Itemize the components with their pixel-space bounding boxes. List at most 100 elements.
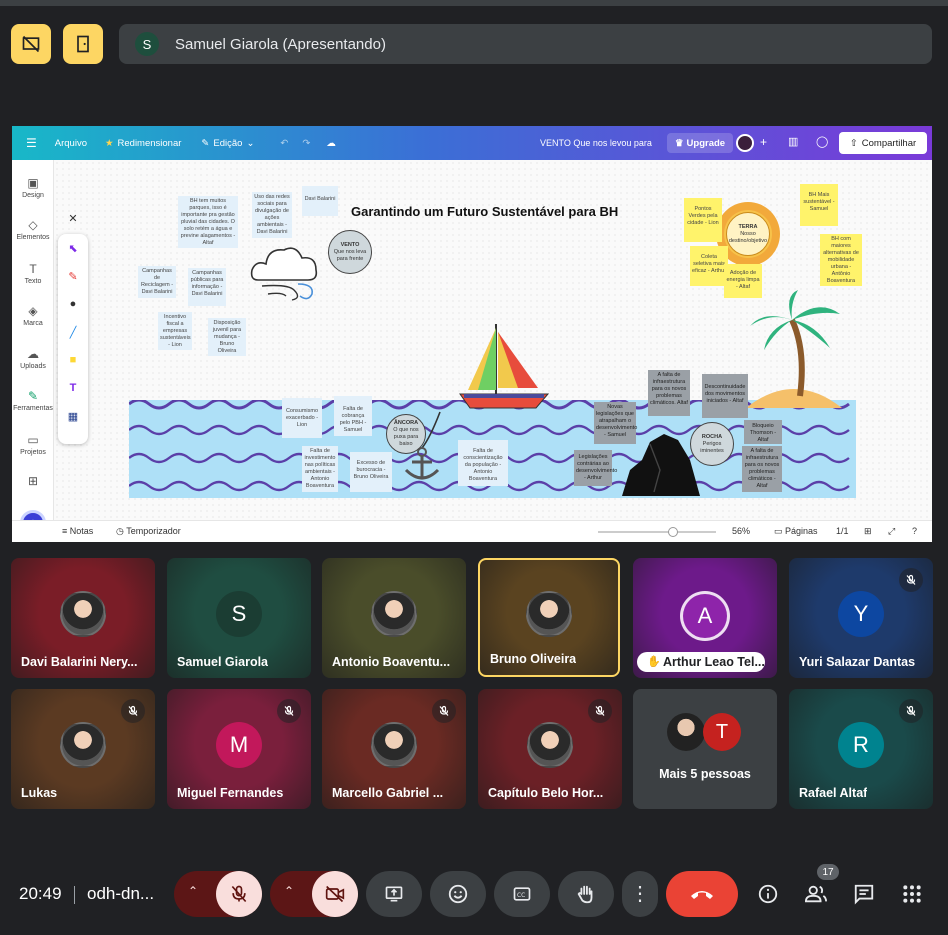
captions-off-button[interactable] [11,24,51,64]
more-options-button[interactable]: ⋮ [622,871,658,917]
participant-tile[interactable]: R Rafael Altaf [789,689,933,809]
participant-tile[interactable]: T Mais 5 pessoas [633,689,777,809]
terra-circle[interactable]: TERRA Nosso destino/objetivo [726,212,770,256]
sticky-note[interactable]: Davi Balarini [302,186,338,216]
account-avatar[interactable] [736,134,754,152]
camera-options-chevron[interactable]: ⌃ [284,884,294,898]
menu-arquivo[interactable]: Arquivo [55,138,87,149]
rail-design[interactable]: ▣ Design [12,176,54,199]
apps-grid-icon [903,885,921,903]
select-tool-icon[interactable]: ⬉ [58,242,88,255]
sticky-note[interactable]: A falta de infraestrutura para os novos … [648,370,690,416]
help-icon[interactable]: ? [912,526,917,536]
rail-elementos[interactable]: ◇ Elementos [12,218,54,241]
leave-room-button[interactable] [63,24,103,64]
raise-hand-button[interactable] [558,871,614,917]
vento-circle[interactable]: VENTO Que nos leva para frente [328,230,372,274]
brand-icon: ◈ [28,304,38,318]
rail-ferramentas[interactable]: ✎ Ferramentas [12,389,54,412]
present-button[interactable] [366,871,422,917]
rail-projetos[interactable]: ▭ Projetos [12,433,54,456]
sticky-note[interactable]: Uso das redes sociais para divulgação de… [252,192,292,238]
reactions-button[interactable] [430,871,486,917]
sticky-note[interactable]: Campanhas públicas para informação - Dav… [188,268,226,306]
doc-name[interactable]: VENTO Que nos levou para [540,138,652,148]
sticky-note[interactable]: Excesso de burocracia - Bruno Oliveira [350,452,392,492]
sticky-note[interactable]: Descontinuidade dos movimentos iniciados… [702,374,748,418]
sticky-note[interactable]: Falta de cobrança pelo PBH - Samuel [334,396,372,436]
share-button[interactable]: ⇧ Compartilhar [839,132,927,154]
cloud-icon[interactable]: ☁ [326,138,336,149]
upgrade-button[interactable]: ♛ Upgrade [667,133,734,153]
whiteboard-canvas[interactable]: Garantindo um Futuro Sustentável para BH… [54,160,932,520]
sticky-note[interactable]: Bloqueio Thomson - Altaf [744,420,782,444]
participant-tile[interactable]: Y Yuri Salazar Dantas [789,558,933,678]
camera-toggle-button[interactable] [312,871,358,917]
ancora-circle[interactable]: ÂNCORA O que nos puxa para baixo [386,414,426,454]
sticky-note[interactable]: BH Mais sustentável - Samuel [800,184,838,226]
menu-icon[interactable]: ☰ [26,136,37,150]
people-button[interactable] [802,880,830,908]
fullscreen-icon[interactable]: ⤢ [888,526,895,537]
sticky-note[interactable]: Legislações contrárias ao desenvolviment… [574,450,617,486]
sticky-note[interactable]: BH com maiores alternativas de mobilidad… [820,234,862,286]
timer-button[interactable]: ◷ Temporizador [116,526,181,537]
chat-button[interactable] [850,880,878,908]
grid-view-icon[interactable]: ⊞ [864,526,872,537]
menu-redimensionar[interactable]: ★ Redimensionar [105,138,181,149]
sticky-note[interactable]: Consumismo exacerbado - Lion [282,398,322,438]
rocha-text: Perigos iminentes [700,440,724,454]
sticky-note[interactable]: Pontos Verdes pela cidade - Lion [684,198,722,242]
shapes-tool-icon[interactable]: ● [58,298,88,310]
text-tool-icon[interactable]: T [58,382,88,394]
zoom-level[interactable]: 56% [732,526,750,536]
table-tool-icon[interactable]: ▦ [58,410,88,423]
add-icon[interactable]: + [760,135,767,149]
notes-button[interactable]: ≡ Notas [62,526,93,536]
sticky-note[interactable]: Falta de conscientização da população - … [458,440,508,486]
sticky-note[interactable]: Campanhas de Reciclagem - Davi Balarini [138,266,176,298]
rail-marca[interactable]: ◈ Marca [12,304,54,327]
rail-texto[interactable]: T Texto [12,262,54,285]
participant-tile[interactable]: Lukas [11,689,155,809]
sticky-note[interactable]: A falta de infraestrutura para os novos … [742,446,782,492]
zoom-handle[interactable] [668,527,678,537]
leave-call-button[interactable] [666,871,738,917]
participant-tile[interactable]: A ✋ Arthur Leao Tel... [633,558,777,678]
activities-button[interactable] [898,880,926,908]
participant-tile[interactable]: Antonio Boaventu... [322,558,466,678]
zoom-slider[interactable] [598,527,716,537]
meeting-id[interactable]: odh-dn... [87,884,154,904]
rail-apps[interactable]: ⊞ [12,474,54,490]
sticky-note[interactable]: Falta de investimento nas políticas ambi… [302,446,338,492]
comment-icon[interactable]: ◯ [816,135,828,148]
meeting-info-button[interactable] [754,880,782,908]
sticky-note[interactable]: Coleta seletiva mais eficaz - Arthur [690,246,728,286]
redo-icon[interactable]: ↷ [302,138,310,149]
sticky-note[interactable]: Disposição juvenil para mudança - Bruno … [208,318,246,356]
sticky-note[interactable]: Novas legislações que atrapalham o desen… [594,402,637,444]
sticky-note[interactable]: Incentivo fiscal a empresas sustentáveis… [158,312,192,350]
mic-options-chevron[interactable]: ⌃ [188,884,198,898]
pages-button[interactable]: ▭ Páginas [774,526,818,537]
board-title: Garantindo um Futuro Sustentável para BH [351,204,619,219]
rocha-circle[interactable]: ROCHA Perigos iminentes [690,422,734,466]
sticky-note[interactable]: Adoção de energia limpa - Altaf [724,264,762,298]
participant-tile[interactable]: S Samuel Giarola [167,558,311,678]
captions-button[interactable]: CC [494,871,550,917]
undo-icon[interactable]: ↶ [280,138,288,149]
sticky-tool-icon[interactable]: ■ [58,354,88,366]
mic-toggle-button[interactable] [216,871,262,917]
rail-uploads[interactable]: ☁ Uploads [12,347,54,370]
pen-tool-icon[interactable]: ✎ [58,270,88,283]
sticky-note[interactable]: BH tem muitos parques, isso é importante… [178,196,238,248]
participant-tile[interactable]: Marcello Gabriel ... [322,689,466,809]
menu-edicao[interactable]: ✎ Edição ⌄ [201,138,254,149]
participant-tile[interactable]: M Miguel Fernandes [167,689,311,809]
participant-tile[interactable]: Davi Balarini Nery... [11,558,155,678]
participant-tile[interactable]: Bruno Oliveira [478,558,620,677]
close-icon[interactable]: ✕ [58,212,88,225]
participant-tile[interactable]: Capítulo Belo Hor... [478,689,622,809]
chart-icon[interactable]: ▥ [788,135,798,148]
line-tool-icon[interactable]: ╱ [58,326,88,339]
